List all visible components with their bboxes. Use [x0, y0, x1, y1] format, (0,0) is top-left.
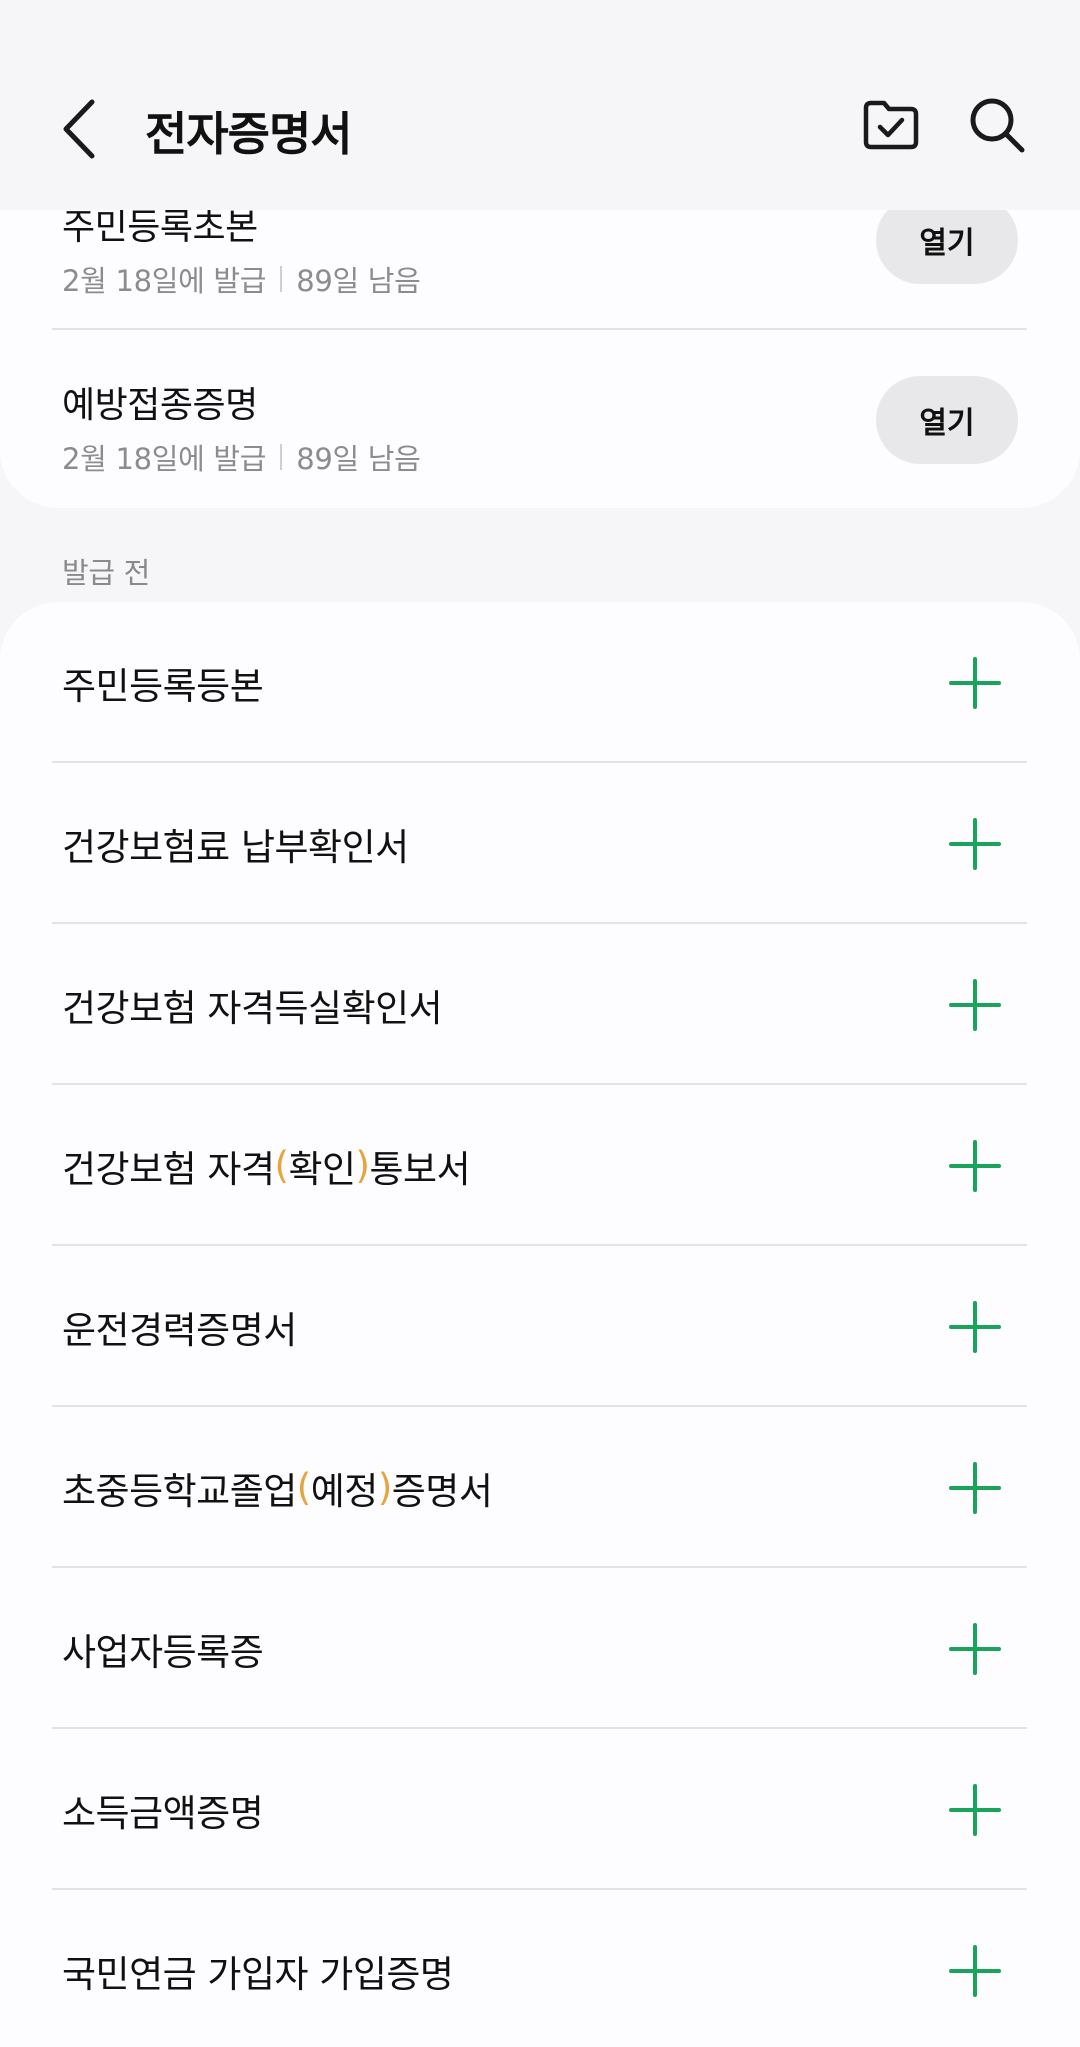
meta-separator — [280, 444, 283, 470]
meta-separator — [280, 266, 283, 292]
label-text: 주민등록등본 — [62, 664, 264, 708]
add-button[interactable] — [948, 1461, 1002, 1515]
plus-icon — [949, 1140, 1001, 1192]
add-button[interactable] — [948, 817, 1002, 871]
back-button[interactable] — [56, 94, 112, 164]
plus-icon — [949, 1784, 1001, 1836]
chevron-left-icon — [63, 99, 95, 159]
pending-item-label: 건강보험 자격득실확인서 — [62, 924, 443, 1085]
issued-item-meta: 2월 18일에 발급 89일 남음 — [62, 258, 421, 300]
certificate-folder-button[interactable] — [858, 92, 924, 158]
folder-check-icon — [863, 100, 919, 150]
plus-icon — [949, 1462, 1001, 1514]
add-button[interactable] — [948, 1783, 1002, 1837]
label-text: 국민연금 가입자 가입증명 — [62, 1952, 454, 1996]
pending-item[interactable]: 운전경력증명서 — [0, 1246, 1080, 1407]
label-text: 소득금액증명 — [62, 1791, 264, 1835]
pending-item[interactable]: 주민등록등본 — [0, 602, 1080, 763]
plus-icon — [949, 818, 1001, 870]
issued-date: 2월 18일에 발급 — [62, 264, 267, 298]
section-label-pending: 발급 전 — [62, 556, 151, 590]
pending-item-label: 운전경력증명서 — [62, 1246, 297, 1407]
plus-icon — [949, 1623, 1001, 1675]
search-icon — [970, 98, 1025, 153]
label-text: 사업자등록증 — [62, 1630, 264, 1674]
label-text: 증명서 — [391, 1469, 493, 1513]
pending-item-label: 국민연금 가입자 가입증명 — [62, 1890, 454, 2047]
plus-icon — [949, 657, 1001, 709]
label-text: 예정 — [310, 1469, 379, 1513]
pending-item[interactable]: 건강보험 자격(확인) 통보서 — [0, 1085, 1080, 1246]
plus-icon — [949, 1301, 1001, 1353]
pending-item[interactable]: 건강보험 자격득실확인서 — [0, 924, 1080, 1085]
pending-item-label: 초중등학교졸업(예정) 증명서 — [62, 1407, 493, 1568]
label-text: 건강보험료 납부확인서 — [62, 825, 409, 869]
pending-item-label: 주민등록등본 — [62, 602, 264, 763]
pending-card: 주민등록등본 건강보험료 납부확인서 건강보험 자격득실확인서 건강보험 자격(확인)… — [0, 602, 1080, 2047]
paren-glyph: ( — [296, 1466, 311, 1509]
add-button[interactable] — [948, 656, 1002, 710]
label-text: 운전경력증명서 — [62, 1308, 297, 1352]
remaining-days: 89일 남음 — [296, 264, 421, 298]
pending-item[interactable]: 초중등학교졸업(예정) 증명서 — [0, 1407, 1080, 1568]
paren-glyph: ) — [355, 1144, 370, 1187]
add-button[interactable] — [948, 978, 1002, 1032]
add-button[interactable] — [948, 1622, 1002, 1676]
plus-icon — [949, 1945, 1001, 1997]
divider — [52, 328, 1027, 330]
pending-item-label: 건강보험료 납부확인서 — [62, 763, 409, 924]
pending-item[interactable]: 소득금액증명 — [0, 1729, 1080, 1890]
pending-item[interactable]: 국민연금 가입자 가입증명 — [0, 1890, 1080, 2047]
label-text: 건강보험 자격 — [62, 1147, 275, 1191]
issued-item-name: 예방접종증명 — [62, 385, 258, 426]
pending-item-label: 건강보험 자격(확인) 통보서 — [62, 1085, 471, 1246]
label-text: 확인 — [288, 1147, 356, 1191]
page-title: 전자증명서 — [145, 107, 353, 161]
pending-item-label: 사업자등록증 — [62, 1568, 264, 1729]
app-header: 전자증명서 — [0, 0, 1080, 210]
issued-date: 2월 18일에 발급 — [62, 442, 267, 476]
app-screen: 주민등록초본 2월 18일에 발급 89일 남음 열기 예방접종증명 2월 18… — [0, 0, 1080, 2047]
add-button[interactable] — [948, 1300, 1002, 1354]
remaining-days: 89일 남음 — [296, 442, 421, 476]
search-button[interactable] — [964, 92, 1030, 158]
label-text: 초중등학교졸업 — [62, 1469, 297, 1513]
paren-glyph: ) — [377, 1466, 392, 1509]
open-button[interactable]: 열기 — [876, 376, 1018, 464]
label-text: 통보서 — [369, 1147, 471, 1191]
label-text: 건강보험 자격득실확인서 — [62, 986, 443, 1030]
pending-item[interactable]: 사업자등록증 — [0, 1568, 1080, 1729]
pending-item[interactable]: 건강보험료 납부확인서 — [0, 763, 1080, 924]
add-button[interactable] — [948, 1944, 1002, 1998]
paren-glyph: ( — [274, 1144, 289, 1187]
issued-item-meta: 2월 18일에 발급 89일 남음 — [62, 436, 421, 478]
pending-item-label: 소득금액증명 — [62, 1729, 264, 1890]
plus-icon — [949, 979, 1001, 1031]
add-button[interactable] — [948, 1139, 1002, 1193]
